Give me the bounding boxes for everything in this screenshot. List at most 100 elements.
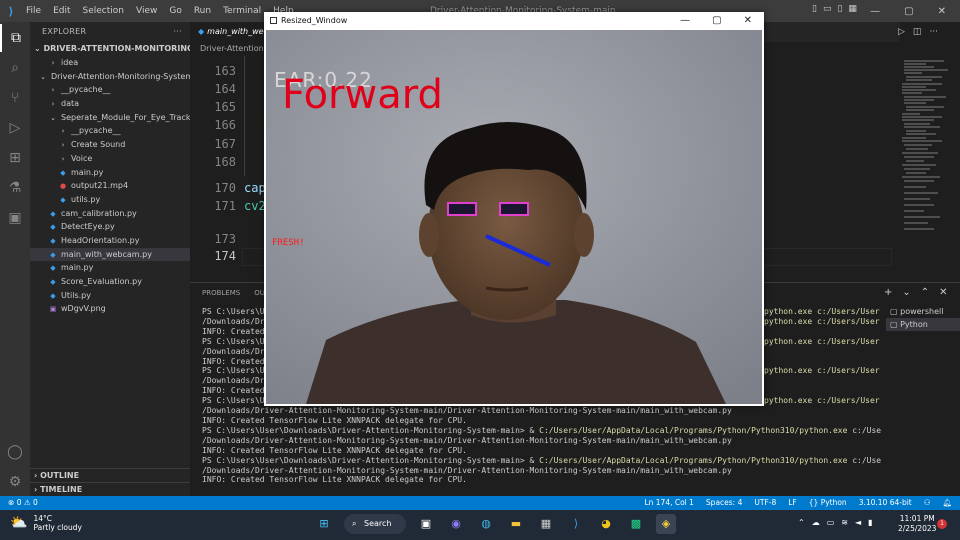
- close-panel-icon[interactable]: ✕: [939, 287, 947, 298]
- workspace-root[interactable]: ⌄ DRIVER-ATTENTION-MONITORING-SYSTE...: [30, 42, 190, 56]
- onedrive-cloud-icon[interactable]: ☁: [812, 518, 820, 527]
- more-actions-icon[interactable]: ···: [173, 22, 182, 42]
- toggle-secondary-sidebar-icon[interactable]: ▯: [837, 4, 842, 14]
- language-bar-icon[interactable]: ▭: [827, 518, 835, 527]
- taskbar-clock[interactable]: 11:01 PM 2/25/2023: [898, 514, 936, 534]
- file-tree-item[interactable]: ◆ utils.py: [30, 193, 190, 207]
- new-terminal-icon[interactable]: +: [884, 287, 892, 298]
- file-explorer-icon[interactable]: ▬: [506, 514, 526, 534]
- vscode-taskbar-icon[interactable]: ⟩: [566, 514, 586, 534]
- account-icon[interactable]: ◯: [0, 438, 30, 466]
- close-icon[interactable]: ✕: [938, 6, 946, 17]
- customize-layout-icon[interactable]: ▦: [848, 4, 857, 14]
- explorer-icon[interactable]: ⧉: [0, 24, 30, 52]
- chevron-down-icon: ⌄: [40, 72, 46, 81]
- end-of-line[interactable]: LF: [788, 496, 797, 510]
- file-tree-item[interactable]: ⌄ Seperate_Module_For_Eye_Tracking: [30, 111, 190, 125]
- weather-widget[interactable]: ⛅ 14°C Partly cloudy: [10, 514, 82, 532]
- taskbar-search[interactable]: ⌕ Search: [344, 514, 406, 534]
- search-icon[interactable]: ⌕: [0, 54, 30, 82]
- minimize-icon[interactable]: —: [680, 12, 690, 30]
- task-view-icon[interactable]: ▣: [416, 514, 436, 534]
- remote-explorer-icon[interactable]: ▣: [0, 204, 30, 232]
- source-control-icon[interactable]: ⑂: [0, 84, 30, 112]
- feedback-icon[interactable]: ⚇: [924, 496, 931, 510]
- maximize-icon[interactable]: ▢: [712, 12, 721, 30]
- maximize-panel-icon[interactable]: ⌃: [921, 287, 929, 298]
- file-tree-item[interactable]: ◆ main.py: [30, 261, 190, 275]
- terminal-instance[interactable]: ▢ powershell: [886, 305, 960, 318]
- file-tree-item[interactable]: ◆ main_with_webcam.py: [30, 247, 190, 262]
- timeline-section[interactable]: › TIMELINE: [30, 482, 190, 496]
- minimap[interactable]: [898, 56, 960, 236]
- file-tree-item[interactable]: › data: [30, 97, 190, 111]
- menu-view[interactable]: View: [136, 6, 157, 16]
- minimap-line: [902, 164, 936, 166]
- opencv-title-bar[interactable]: Resized_Window — ▢ ✕: [264, 12, 764, 30]
- file-tree-item[interactable]: › Create Sound: [30, 138, 190, 152]
- notification-badge[interactable]: 1: [937, 519, 947, 529]
- toggle-sidebar-icon[interactable]: ▯: [812, 4, 817, 14]
- edge-browser-icon[interactable]: ◍: [476, 514, 496, 534]
- file-tree-item[interactable]: ⌄ Driver-Attention-Monitoring-System...: [30, 70, 190, 84]
- split-editor-icon[interactable]: ◫: [913, 27, 922, 37]
- file-tree-item[interactable]: ◆ main.py: [30, 166, 190, 180]
- python-app-icon[interactable]: ◈: [656, 514, 676, 534]
- pycharm-icon[interactable]: ▩: [626, 514, 646, 534]
- outline-section[interactable]: › OUTLINE: [30, 468, 190, 482]
- problems-status[interactable]: ⊗ 0 ⚠ 0: [8, 496, 38, 510]
- notifications-bell-icon[interactable]: 🔔︎: [942, 496, 952, 510]
- breadcrumb[interactable]: Driver-Attention-M: [200, 44, 274, 53]
- run-python-file-icon[interactable]: ▷: [898, 27, 905, 37]
- extensions-icon[interactable]: ⊞: [0, 144, 30, 172]
- terminal-line: PS C:\Users\User\Downloads\Driver-Attent…: [202, 456, 882, 466]
- chrome-browser-icon[interactable]: ◕: [596, 514, 616, 534]
- menu-edit[interactable]: Edit: [53, 6, 70, 16]
- close-icon[interactable]: ✕: [744, 12, 752, 30]
- volume-icon[interactable]: ◄: [855, 518, 861, 527]
- file-tree-item[interactable]: ◆ HeadOrientation.py: [30, 234, 190, 248]
- menu-terminal[interactable]: Terminal: [223, 6, 261, 16]
- microsoft-store-icon[interactable]: ▦: [536, 514, 556, 534]
- battery-icon[interactable]: ▮: [868, 518, 872, 527]
- toggle-panel-icon[interactable]: ▭: [823, 4, 832, 14]
- minimap-line: [906, 148, 928, 150]
- teams-chat-icon[interactable]: ◉: [446, 514, 466, 534]
- menu-go[interactable]: Go: [169, 6, 181, 16]
- file-tree-item[interactable]: › __pycache__: [30, 124, 190, 138]
- file-tree-item[interactable]: ◆ cam_calibration.py: [30, 207, 190, 221]
- encoding[interactable]: UTF-8: [754, 496, 776, 510]
- file-tree-item[interactable]: › __pycache__: [30, 83, 190, 97]
- menu-selection[interactable]: Selection: [83, 6, 124, 16]
- file-tree-item[interactable]: › Voice: [30, 152, 190, 166]
- chevron-down-icon[interactable]: ⌄: [902, 287, 910, 298]
- explorer-sidebar: EXPLORER ··· ⌄ DRIVER-ATTENTION-MONITORI…: [30, 22, 190, 496]
- file-tree-item[interactable]: ◆ Utils.py: [30, 289, 190, 303]
- menu-file[interactable]: File: [26, 6, 41, 16]
- terminal-text-right: python.exe c:/Users/User: [764, 317, 880, 327]
- indentation[interactable]: Spaces: 4: [706, 496, 742, 510]
- panel-tab[interactable]: PROBLEMS: [202, 289, 240, 297]
- file-tree-item[interactable]: ◆ Score_Evaluation.py: [30, 275, 190, 289]
- file-tree-item[interactable]: › idea: [30, 56, 190, 70]
- python-interpreter[interactable]: 3.10.10 64-bit: [859, 496, 912, 510]
- language-mode[interactable]: {} Python: [809, 496, 847, 510]
- testing-icon[interactable]: ⚗: [0, 174, 30, 202]
- file-tree-item[interactable]: ● output21.mp4: [30, 179, 190, 193]
- terminal-text-right: c:/Users/User: [852, 455, 882, 465]
- cursor-position[interactable]: Ln 174, Col 1: [644, 496, 693, 510]
- show-hidden-icons-icon[interactable]: ⌃: [798, 518, 805, 527]
- windows-start-icon[interactable]: ⊞: [314, 514, 334, 534]
- menu-run[interactable]: Run: [194, 6, 211, 16]
- run-debug-icon[interactable]: ▷: [0, 114, 30, 142]
- file-tree-item[interactable]: ▣ wDgvV.png: [30, 302, 190, 316]
- more-actions-icon[interactable]: ···: [929, 27, 938, 37]
- terminal-instance[interactable]: ▢ Python: [886, 318, 960, 331]
- wifi-icon[interactable]: ≋: [841, 518, 848, 527]
- file-tree-item[interactable]: ◆ DetectEye.py: [30, 220, 190, 234]
- line-number: 173: [214, 232, 236, 246]
- manage-gear-icon[interactable]: ⚙: [0, 468, 30, 496]
- maximize-icon[interactable]: ▢: [904, 6, 913, 17]
- minimize-icon[interactable]: —: [870, 6, 880, 17]
- chevron-right-icon: ›: [51, 100, 55, 109]
